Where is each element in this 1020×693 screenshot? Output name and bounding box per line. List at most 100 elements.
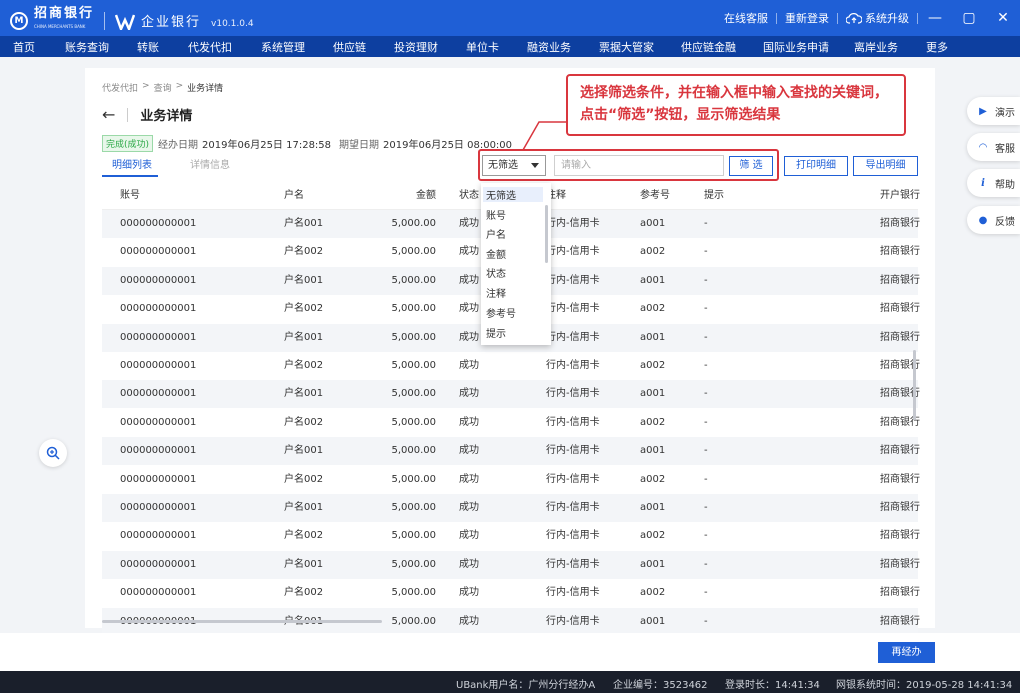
filter-keyword-input[interactable]: [554, 155, 724, 176]
cmb-logo-icon: M: [10, 11, 28, 30]
nav-item-scf[interactable]: 供应链金融: [681, 39, 736, 55]
upgrade-link[interactable]: 系统升级: [838, 10, 917, 26]
table-row[interactable]: 000000000001 户名002 5,000.00 成功 行内-信用卡 a002- 招商…: [102, 522, 920, 550]
service-button[interactable]: ◠ 客服: [967, 133, 1020, 161]
cell-note: 行内-信用卡: [546, 502, 600, 513]
handle-date-value: 2019年06月25日 17:28:58: [202, 140, 332, 151]
chat-bubble-icon: ●: [978, 214, 988, 226]
reapprove-button[interactable]: 再经办: [878, 642, 935, 663]
dropdown-option[interactable]: 账号: [486, 207, 506, 222]
dropdown-option[interactable]: 金额: [486, 246, 506, 261]
dropdown-option[interactable]: 无筛选: [483, 187, 543, 202]
vertical-scrollbar[interactable]: [913, 350, 916, 420]
dropdown-option[interactable]: 户名: [486, 226, 506, 241]
horizontal-scrollbar[interactable]: [102, 620, 382, 623]
filter-field-select[interactable]: 无筛选: [482, 155, 546, 176]
breadcrumb-item[interactable]: 代发代扣: [102, 81, 138, 94]
filter-button[interactable]: 筛 选: [729, 156, 773, 176]
nav-item-supply-chain[interactable]: 供应链: [333, 39, 366, 55]
page-title: 业务详情: [140, 109, 193, 124]
cell-name: 户名001: [284, 445, 324, 457]
cell-status: 成功: [459, 331, 479, 343]
nav-item-home[interactable]: 首页: [13, 39, 35, 55]
table-row[interactable]: 000000000001 户名002 5,000.00 成功 行内-信用卡 a002- 招商…: [102, 579, 920, 607]
table-row[interactable]: 000000000001户名0015,000.00成功行内-信用卡a001-招商…: [102, 494, 920, 522]
cell-bank: 招商银行: [880, 303, 920, 315]
dropdown-scrollbar[interactable]: [545, 205, 548, 263]
dropdown-option[interactable]: 参考号: [486, 305, 516, 320]
table-row[interactable]: 000000000001户名0015,000.00成功行内-信用卡a001-招商…: [102, 380, 920, 409]
cell-account: 000000000001: [120, 218, 197, 229]
cell-account: 000000000001: [120, 416, 197, 428]
nav-item-bills[interactable]: 票据大管家: [599, 39, 654, 55]
print-detail-button[interactable]: 打印明细: [784, 156, 848, 176]
nav-item-investment[interactable]: 投资理财: [394, 39, 438, 55]
cell-name: 户名002: [284, 473, 324, 485]
table-row[interactable]: 000000000001 户名002 5,000.00 成功 行内-信用卡 a002- 招商…: [102, 466, 920, 494]
cell-note: 行内-信用卡: [546, 303, 600, 315]
help-button[interactable]: i 帮助: [967, 169, 1020, 197]
cell-ref: a002: [640, 360, 666, 371]
col-header: 状态: [459, 190, 479, 201]
cell-status: 成功: [459, 274, 479, 286]
minimize-icon[interactable]: —: [918, 10, 952, 26]
nav-item-payroll[interactable]: 代发代扣: [188, 39, 232, 55]
col-header: 参考号: [640, 190, 670, 201]
online-service-link[interactable]: 在线客服: [716, 10, 776, 26]
breadcrumb-item[interactable]: 查询: [154, 81, 172, 94]
cell-account: 000000000001: [120, 587, 197, 599]
cell-name: 户名002: [284, 530, 324, 542]
expect-date-value: 2019年06月25日 08:00:00: [383, 140, 513, 151]
cell-status: 成功: [459, 218, 479, 229]
demo-button[interactable]: ▶ 演示: [967, 97, 1020, 125]
nav-item-account-query[interactable]: 账务查询: [65, 39, 109, 55]
cell-status: 成功: [459, 558, 479, 570]
detail-panel: 代发代扣 > 查询 > 业务详情 ← 业务详情 完成(成功) 经办日期 2019…: [85, 68, 935, 636]
export-detail-button[interactable]: 导出明细: [853, 156, 918, 176]
tab-detail-list[interactable]: 明细列表: [112, 156, 152, 171]
close-icon[interactable]: ✕: [986, 10, 1020, 26]
cell-amount: 5,000.00: [391, 360, 436, 371]
zoom-in-button[interactable]: [39, 439, 67, 467]
cell-status: 成功: [459, 246, 479, 258]
maximize-icon[interactable]: ▢: [952, 10, 986, 26]
nav-item-corp-card[interactable]: 单位卡: [466, 39, 499, 55]
cell-tip: -: [704, 246, 708, 258]
dropdown-option[interactable]: 状态: [486, 265, 506, 280]
back-arrow-icon[interactable]: ←: [102, 105, 115, 124]
cell-amount: 5,000.00: [391, 218, 436, 229]
relogin-link[interactable]: 重新登录: [777, 10, 837, 26]
cell-note: 行内-信用卡: [546, 388, 600, 400]
cell-ref: a001: [640, 274, 666, 286]
cell-name: 户名001: [284, 274, 324, 286]
nav-item-system[interactable]: 系统管理: [261, 39, 305, 55]
nav-item-financing[interactable]: 融资业务: [527, 39, 571, 55]
nav-item-international[interactable]: 国际业务申请: [763, 39, 829, 55]
feedback-button[interactable]: ● 反馈: [967, 206, 1020, 234]
cell-name: 户名001: [284, 331, 324, 343]
table-row[interactable]: 000000000001 户名002 5,000.00 成功 行内-信用卡 a002- 招商…: [102, 352, 920, 380]
cell-ref: a002: [640, 473, 666, 485]
status-user: UBank用户名：广州分行经办A: [456, 680, 596, 691]
table-row[interactable]: 000000000001 户名002 5,000.00 成功 行内-信用卡 a002- 招商…: [102, 409, 920, 437]
enterprise-logo-icon: [115, 12, 136, 30]
tab-detail-info[interactable]: 详情信息: [190, 156, 230, 171]
cell-amount: 5,000.00: [391, 331, 436, 343]
cell-status: 成功: [459, 615, 479, 627]
nav-item-offshore[interactable]: 离岸业务: [854, 39, 898, 55]
nav-item-transfer[interactable]: 转账: [137, 39, 159, 55]
table-row[interactable]: 000000000001户名0015,000.00成功行内-信用卡a001-招商…: [102, 437, 920, 466]
cell-tip: -: [704, 445, 708, 457]
nav-item-more[interactable]: 更多: [926, 39, 948, 55]
cell-status: 成功: [459, 416, 479, 428]
cell-tip: -: [704, 615, 708, 627]
cell-tip: -: [704, 558, 708, 570]
cell-tip: -: [704, 360, 708, 371]
cell-bank: 招商银行: [880, 530, 920, 542]
dropdown-option[interactable]: 注释: [486, 285, 506, 300]
version-label: v10.1.0.4: [211, 18, 254, 29]
cell-account: 000000000001: [120, 246, 197, 258]
cell-account: 000000000001: [120, 530, 197, 542]
dropdown-option[interactable]: 提示: [486, 325, 506, 340]
table-row[interactable]: 000000000001户名0015,000.00成功行内-信用卡a001-招商…: [102, 550, 920, 579]
